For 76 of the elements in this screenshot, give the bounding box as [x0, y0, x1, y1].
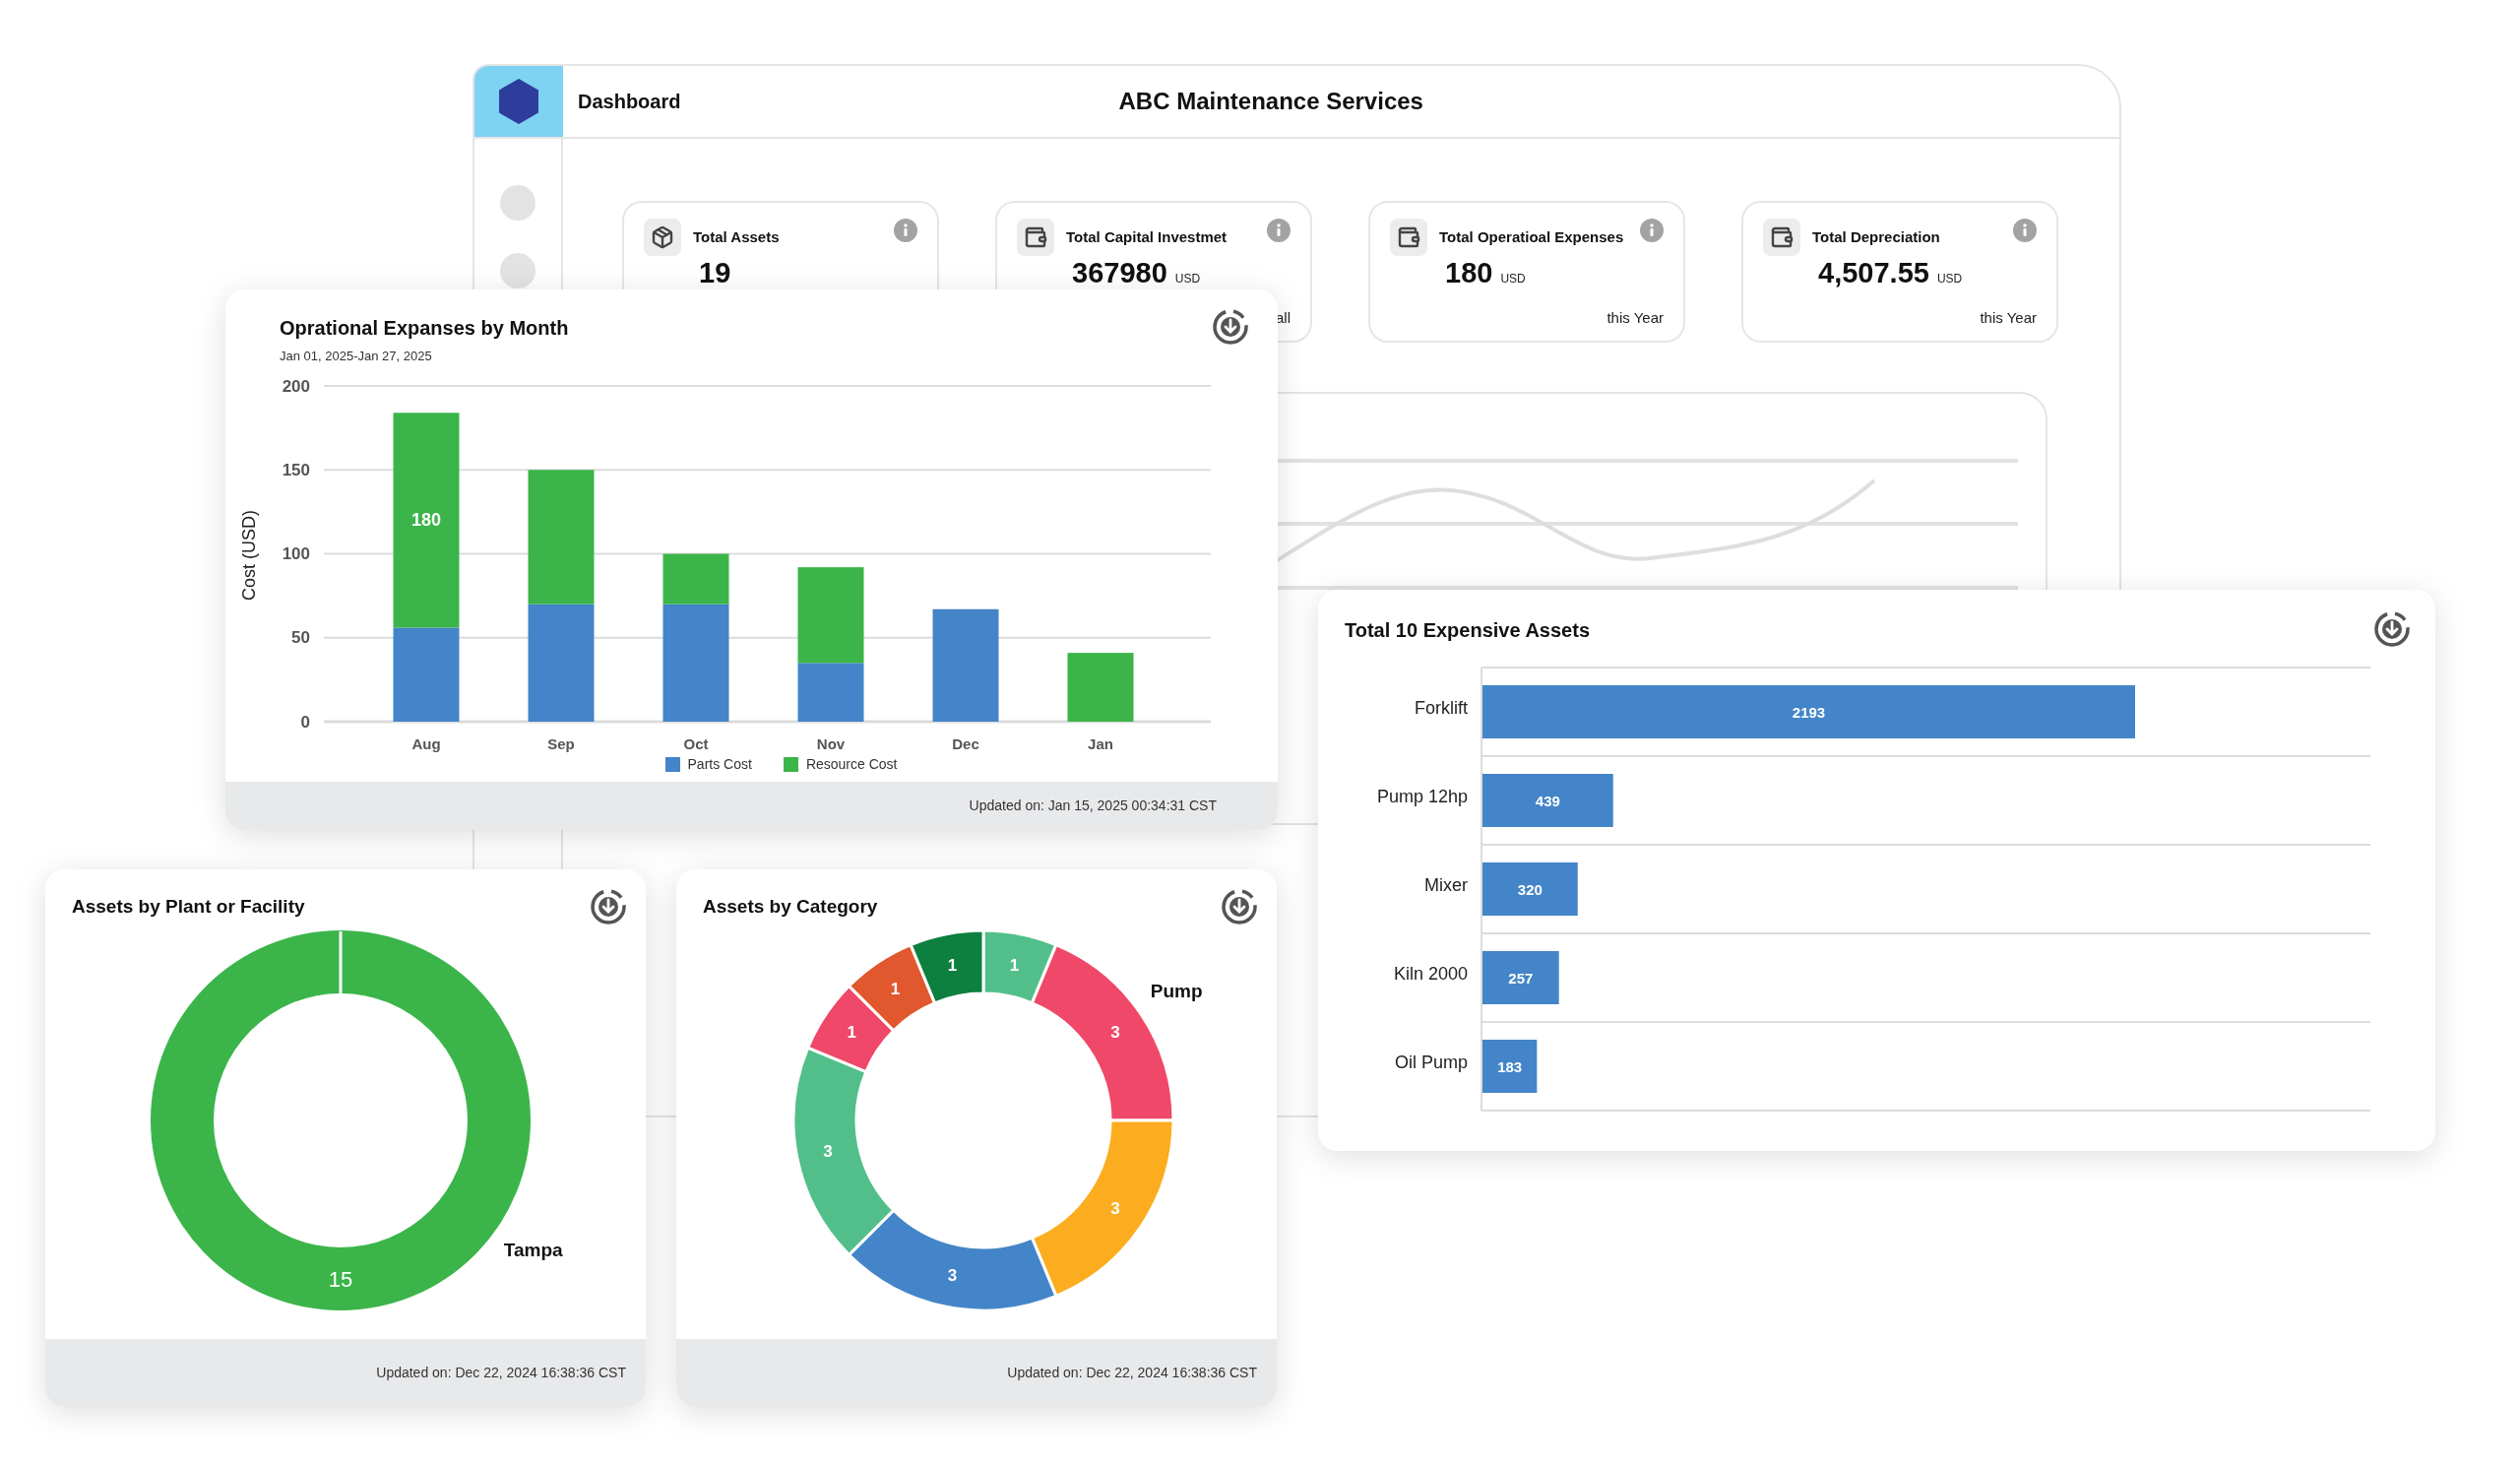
company-name: ABC Maintenance Services [1118, 87, 1423, 116]
slice-value-label: 1 [1009, 955, 1020, 975]
category-label: Oil Pump [1394, 1052, 1468, 1072]
category-label: Pump 12hp [1376, 787, 1468, 806]
bar-value-label: 180 [411, 510, 441, 531]
info-icon[interactable] [2013, 219, 2037, 242]
chart-title: Assets by Category [703, 895, 878, 919]
updated-timestamp: Updated on: Jan 15, 2025 00:34:31 CST [969, 797, 1217, 815]
slice-value-label: 3 [823, 1141, 833, 1161]
updated-timestamp: Updated on: Dec 22, 2024 16:38:36 CST [376, 1364, 626, 1382]
x-tick-label: Jan [1088, 734, 1113, 752]
bar-value-label: 439 [1535, 792, 1560, 809]
nav-item-icon[interactable] [500, 185, 536, 221]
category-label: Kiln 2000 [1393, 964, 1468, 984]
kpi-period: this Year [1980, 307, 2037, 328]
y-axis-label: Cost (USD) [239, 510, 259, 601]
date-range: Jan 01, 2025-Jan 27, 2025 [280, 348, 433, 365]
kpi-unit: USD [1936, 271, 1963, 287]
wallet-icon [1017, 219, 1054, 256]
slice-value-label: 1 [947, 955, 958, 975]
chart-title: Oprational Expanses by Month [280, 316, 569, 341]
x-tick-label: Oct [683, 734, 709, 752]
download-icon[interactable] [2372, 609, 2412, 649]
slice-value-label: 3 [1110, 1023, 1120, 1043]
slice-value-label: 1 [847, 1023, 856, 1043]
kpi-value: 19 [699, 256, 731, 290]
slice-value-label: 15 [328, 1266, 353, 1292]
download-icon[interactable] [589, 887, 628, 926]
kpi-title: Total Capital Investmet [1066, 227, 1228, 247]
kpi-period: this Year [1606, 307, 1664, 328]
x-tick-label: Dec [952, 734, 979, 752]
y-tick-label: 0 [300, 712, 310, 732]
info-icon[interactable] [1640, 219, 1664, 242]
bar-value-label: 183 [1497, 1057, 1523, 1075]
updated-timestamp: Updated on: Dec 22, 2024 16:38:36 CST [1007, 1364, 1257, 1382]
bar-value-label: 257 [1508, 969, 1534, 987]
slice-name-label: Pump [1150, 981, 1203, 1002]
slice-value-label: 1 [890, 979, 901, 998]
kpi-value: 180 [1445, 256, 1493, 290]
bar [1482, 1040, 1538, 1093]
kpi-value: 4,507.55 [1818, 256, 1929, 290]
cube-icon [644, 219, 681, 256]
y-tick-label: 200 [282, 376, 310, 396]
category-label: Forklift [1415, 698, 1468, 718]
page-title: Dashboard [578, 90, 681, 114]
chart-title: Assets by Plant or Facility [72, 895, 305, 919]
wallet-icon [1763, 219, 1800, 256]
nav-item-icon[interactable] [500, 253, 536, 288]
legend-label: Parts Cost [687, 754, 752, 774]
bar-value-label: 2193 [1792, 703, 1826, 721]
bar-value-label: 320 [1517, 880, 1543, 898]
chart-title: Total 10 Expensive Assets [1345, 618, 1590, 643]
bar-segment [1067, 653, 1134, 722]
kpi-unit: USD [1500, 271, 1526, 287]
y-tick-label: 100 [282, 544, 310, 563]
x-tick-label: Nov [816, 734, 846, 752]
kpi-unit: USD [1174, 271, 1201, 287]
x-tick-label: Sep [547, 734, 575, 752]
slice-name-label: Tampa [503, 1240, 563, 1261]
kpi-title: Total Operatioal Expenses [1439, 227, 1625, 247]
download-icon[interactable] [1211, 307, 1250, 347]
y-tick-label: 50 [291, 628, 310, 648]
slice-value-label: 3 [1110, 1198, 1120, 1218]
kpi-title: Total Assets [693, 227, 781, 247]
info-icon[interactable] [894, 219, 917, 242]
wallet-icon [1390, 219, 1427, 256]
category-label: Mixer [1424, 875, 1468, 895]
hexagon-logo-icon [498, 79, 539, 124]
slice-value-label: 3 [947, 1266, 958, 1286]
kpi-value: 367980 [1072, 256, 1167, 290]
y-tick-label: 150 [282, 460, 310, 479]
info-icon[interactable] [1267, 219, 1291, 242]
download-icon[interactable] [1220, 887, 1259, 926]
x-tick-label: Aug [411, 734, 441, 752]
kpi-title: Total Depreciation [1812, 227, 1941, 247]
legend-label: Resource Cost [805, 754, 898, 774]
